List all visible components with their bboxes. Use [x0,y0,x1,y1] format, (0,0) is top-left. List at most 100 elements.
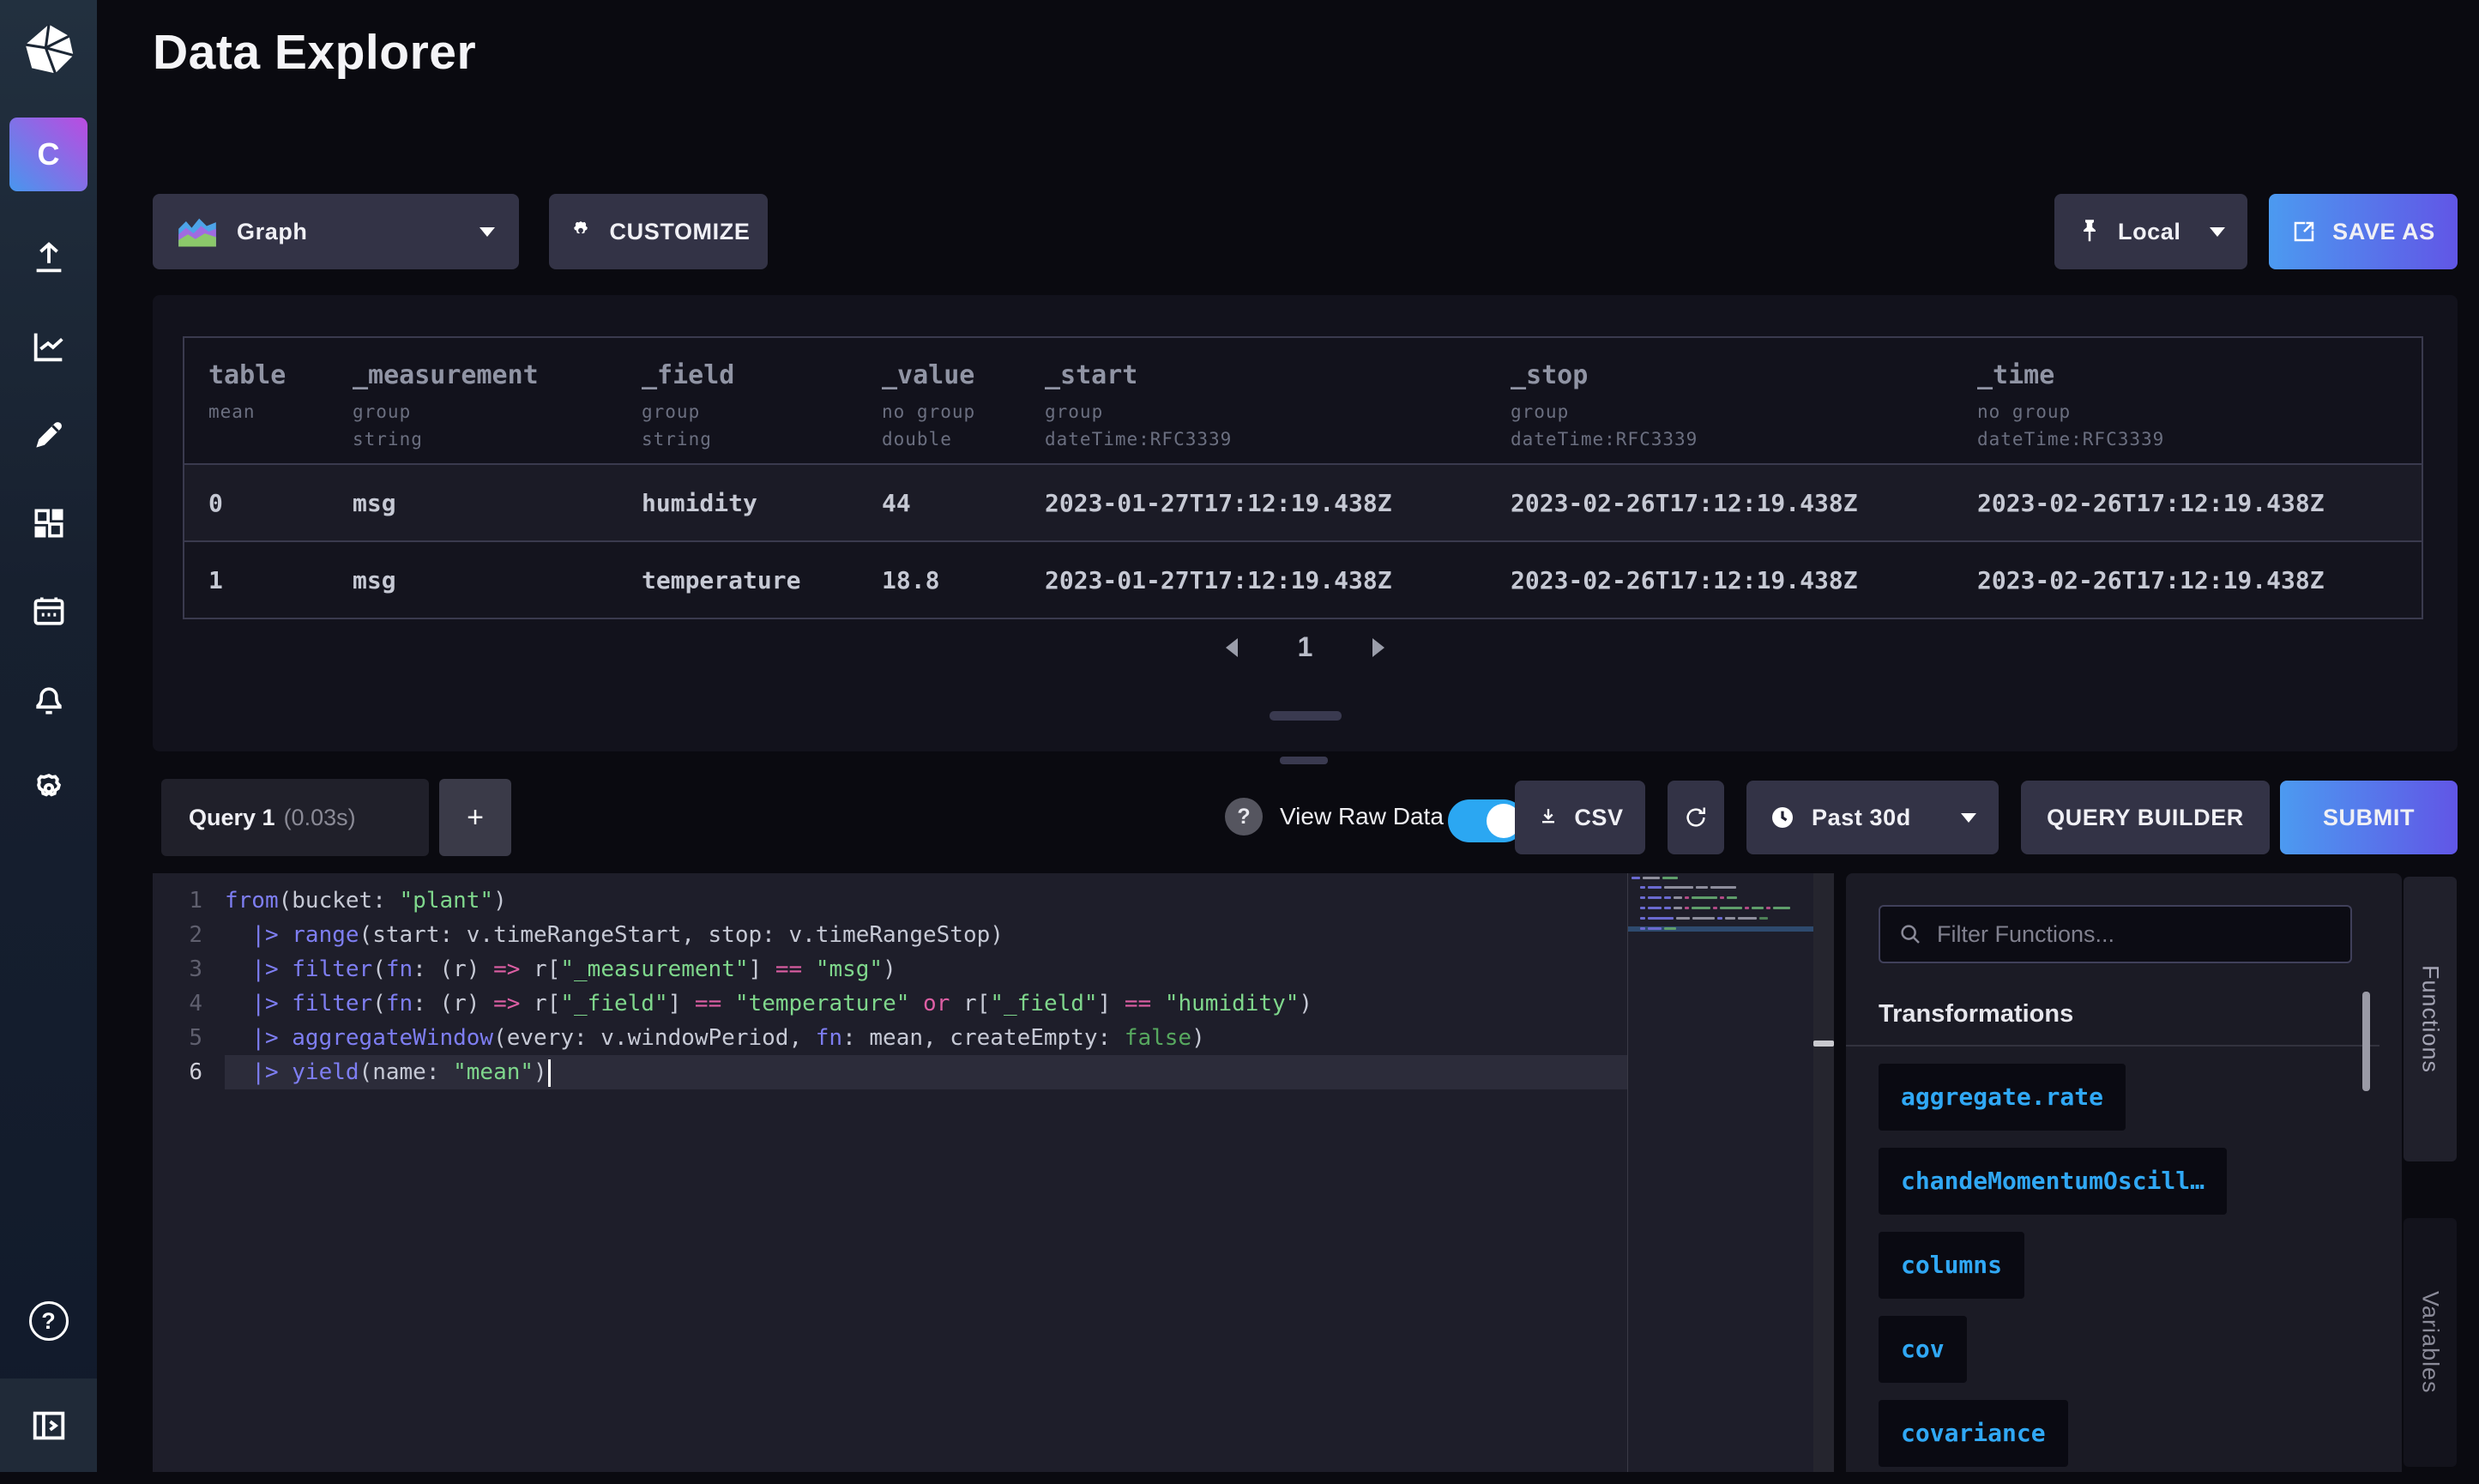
function-item[interactable]: cov [1879,1316,1967,1383]
save-location-dropdown[interactable]: Local [2054,194,2247,269]
gear-icon [29,769,69,808]
table-cell: 2023-02-26T17:12:19.438Z [1977,566,2422,594]
flux-code-editor[interactable]: 1from(bucket: "plant")2 |> range(start: … [153,873,1834,1472]
save-location-label: Local [2118,219,2181,245]
function-item[interactable]: columns [1879,1232,2024,1299]
line-number: 1 [153,884,225,918]
time-range-dropdown[interactable]: Past 30d [1746,781,1999,854]
prev-page-icon[interactable] [1226,638,1238,657]
line-number: 6 [153,1055,225,1089]
function-item[interactable]: covariance [1879,1400,2068,1467]
filter-functions-searchbox[interactable] [1879,905,2352,963]
sidebar-item-alerts[interactable] [0,655,97,744]
customize-button[interactable]: CUSTOMIZE [549,194,768,269]
table-header-cell: _startgroupdateTime:RFC3339 [1045,360,1511,452]
save-as-button[interactable]: SAVE AS [2269,194,2458,269]
line-number: 3 [153,952,225,986]
table-cell: msg [353,489,642,517]
code-line: 2 |> range(start: v.timeRangeStart, stop… [153,918,1627,952]
sidebar-item-data-explorer[interactable] [0,302,97,390]
line-number: 2 [153,918,225,952]
raw-data-table: tablemean_measurementgroupstring_fieldgr… [183,336,2423,619]
query-builder-button[interactable]: QUERY BUILDER [2021,781,2270,854]
code-line: 1from(bucket: "plant") [153,884,1627,918]
visualization-type-dropdown[interactable]: Graph [153,194,519,269]
table-cell: 18.8 [882,566,1045,594]
pencil-icon [30,416,68,454]
table-cell: 44 [882,489,1045,517]
transformations-section-label: Transformations [1879,1000,2073,1029]
pin-icon [2077,217,2102,246]
query-tab-duration: (0.03s) [284,805,356,831]
table-header-cell: _stopgroupdateTime:RFC3339 [1511,360,1977,452]
table-cell: msg [353,566,642,594]
query-tab-label: Query 1 [189,805,275,831]
sidebar-item-dashboards[interactable] [0,479,97,567]
dashboards-icon [30,504,68,542]
table-row: 0msghumidity442023-01-27T17:12:19.438Z 20… [184,463,2422,540]
line-number: 5 [153,1021,225,1055]
sidebar-item-tasks[interactable] [0,567,97,655]
table-header-row: tablemean_measurementgroupstring_fieldgr… [184,338,2422,463]
sidebar-item-help[interactable]: ? [0,1276,97,1366]
table-cell: 2023-01-27T17:12:19.438Z [1045,489,1511,517]
line-number: 4 [153,986,225,1021]
section-divider [1846,1045,2379,1047]
code-line: 4 |> filter(fn: (r) => r["_field"] == "t… [153,986,1627,1021]
gutter-drag-handle[interactable] [1813,1041,1834,1047]
expand-panel-icon [29,1406,69,1445]
functions-scrollbar[interactable] [2362,992,2370,1091]
editor-minimap[interactable] [1627,873,1813,1472]
table-scrollbar[interactable] [1270,711,1342,721]
functions-panel: Transformations aggregate.rate chandeMome… [1846,873,2402,1472]
table-cell: 2023-02-26T17:12:19.438Z [1511,566,1977,594]
view-raw-data-toggle[interactable] [1448,799,1525,842]
submit-label: SUBMIT [2323,805,2415,831]
clock-icon [1769,804,1796,831]
export-icon [2291,219,2317,244]
area-chart-icon [177,214,218,249]
table-cell: 0 [208,489,353,517]
chevron-down-icon [1961,813,1976,823]
next-page-icon[interactable] [1372,638,1384,657]
tab-variables[interactable]: Variables [2404,1218,2457,1467]
editor-resize-gutter[interactable] [1813,873,1834,1472]
sidebar-item-upload[interactable] [0,214,97,302]
chevron-down-icon [480,227,495,237]
csv-download-button[interactable]: CSV [1515,781,1645,854]
user-avatar[interactable]: C [9,118,87,191]
table-header-cell: _valueno groupdouble [882,360,1045,452]
function-item[interactable]: aggregate.rate [1879,1064,2126,1131]
code-line: 3 |> filter(fn: (r) => r["_measurement"]… [153,952,1627,986]
influxdb-logo-icon[interactable] [0,12,97,86]
visualization-type-label: Graph [237,219,308,245]
refresh-icon [1683,805,1709,830]
help-icon: ? [29,1301,69,1341]
sidebar-item-settings[interactable] [0,744,97,832]
query-tab[interactable]: Query 1 (0.03s) [161,779,429,856]
bell-icon [30,681,68,719]
view-raw-help-icon[interactable]: ? [1225,798,1263,836]
upload-icon [29,238,69,278]
text-cursor [548,1059,551,1087]
table-cell: humidity [642,489,882,517]
filter-functions-input[interactable] [1937,921,2333,948]
table-header-cell: _fieldgroupstring [642,360,882,452]
sidebar-item-notebooks[interactable] [0,390,97,479]
save-as-label: SAVE AS [2332,219,2435,245]
table-pagination: 1 [153,631,2458,663]
query-builder-label: QUERY BUILDER [2047,805,2244,831]
sidebar-expand-button[interactable] [0,1378,97,1472]
panel-resize-handle[interactable] [1280,757,1328,764]
submit-button[interactable]: SUBMIT [2280,781,2458,854]
customize-label: CUSTOMIZE [610,219,751,245]
tab-functions[interactable]: Functions [2404,877,2457,1161]
add-query-button[interactable]: + [439,779,511,856]
table-cell: 2023-02-26T17:12:19.438Z [1977,489,2422,517]
code-line: 5 |> aggregateWindow(every: v.windowPeri… [153,1021,1627,1055]
function-item[interactable]: chandeMomentumOscill… [1879,1148,2227,1215]
chevron-down-icon [2210,227,2225,237]
refresh-button[interactable] [1668,781,1724,854]
table-cell: 1 [208,566,353,594]
table-header-cell: _timeno groupdateTime:RFC3339 [1977,360,2422,452]
